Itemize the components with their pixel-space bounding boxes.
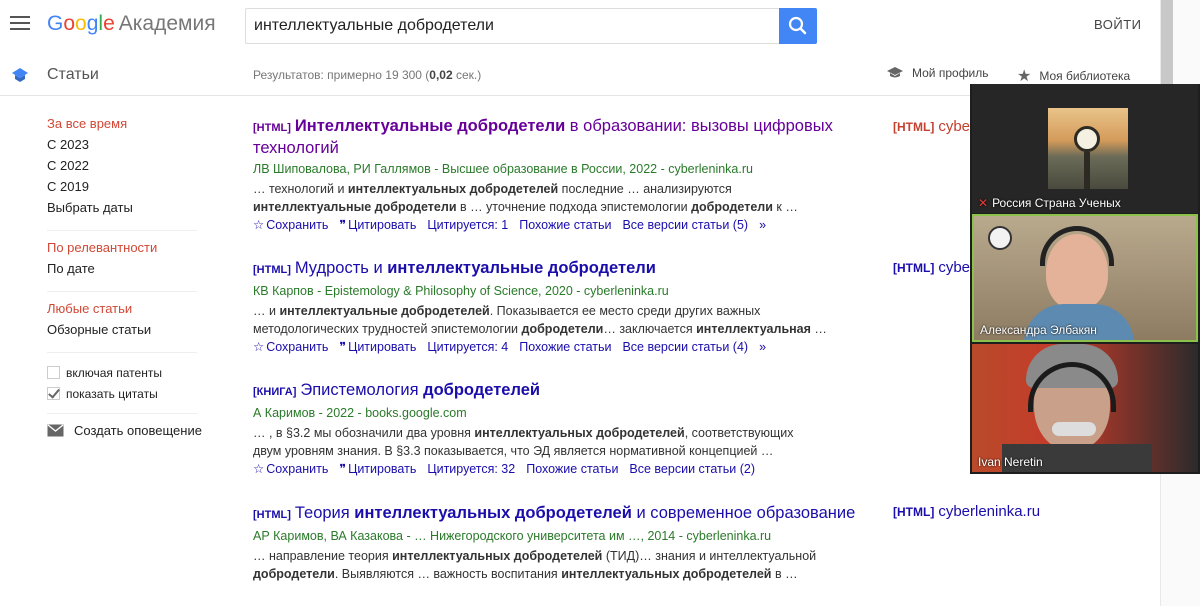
result-snippet: … направление теория интеллектуальных до… <box>253 549 817 581</box>
filter-custom-range[interactable]: Выбрать даты <box>47 200 202 221</box>
scholar-cap-icon <box>12 68 28 82</box>
participant-tile-active-speaker[interactable]: Александра Элбакян <box>972 214 1198 342</box>
participant-name: Ivan Neretin <box>978 455 1043 469</box>
signin-button[interactable]: ВОЙТИ <box>1094 17 1141 32</box>
checkbox-icon <box>47 366 60 379</box>
result-title-link[interactable]: [КНИГА] Эпистемология добродетелей <box>253 380 863 402</box>
divider <box>47 413 197 414</box>
quote-icon: ❞ <box>339 218 347 232</box>
menu-icon[interactable] <box>10 16 30 32</box>
results-count: Результатов: примерно 19 300 (0,02 сек.) <box>253 68 482 82</box>
participant-tile[interactable]: Ivan Neretin <box>972 344 1198 472</box>
filter-any-time[interactable]: За все время <box>47 116 202 137</box>
result-title-link[interactable]: [HTML] Интеллектуальные добродетели в обр… <box>253 116 863 158</box>
result-title-link[interactable]: [HTML] Мудрость и интеллектуальные доброд… <box>253 258 863 280</box>
cited-by-link[interactable]: Цитируется: 1 <box>427 218 508 232</box>
more-icon[interactable]: » <box>759 218 766 232</box>
envelope-icon <box>47 424 64 437</box>
result-meta: А Каримов - 2022 - books.google.com <box>253 406 467 420</box>
result-meta: КВ Карпов - Epistemology & Philosophy of… <box>253 284 669 298</box>
save-button[interactable]: ☆ Сохранить <box>253 461 328 476</box>
all-versions-link[interactable]: Все версии статьи (5) <box>622 218 748 232</box>
result-item: [КНИГА] Эпистемология добродетелей А Кари… <box>253 380 863 476</box>
save-button[interactable]: ☆ Сохранить <box>253 339 328 354</box>
cited-by-link[interactable]: Цитируется: 32 <box>427 462 515 476</box>
result-meta: АР Каримов, ВА Казакова - … Нижегородско… <box>253 529 772 543</box>
participant-tile[interactable]: ✕ Россия Страна Ученых <box>972 84 1198 213</box>
star-outline-icon: ☆ <box>253 340 265 354</box>
result-snippet: … и интеллектуальные добродетелей. Показ… <box>253 304 827 336</box>
search-icon <box>788 16 807 35</box>
clock-icon <box>1074 126 1100 152</box>
video-call-panel: ✕ Россия Страна Ученых Александра Элбакян… <box>970 84 1200 474</box>
divider <box>47 291 197 292</box>
side-full-text-link[interactable]: [HTML]cyberleninka.ru <box>893 503 1040 520</box>
result-title-link[interactable]: [HTML] Теория интеллектуальных добродетел… <box>253 503 863 525</box>
result-item: [HTML] Мудрость и интеллектуальные доброд… <box>253 258 863 354</box>
result-actions: ☆ Сохранить ❞ Цитировать Цитируется: 4 Пох… <box>253 339 863 355</box>
save-button[interactable]: ☆ Сохранить <box>253 217 328 232</box>
result-item: [HTML] Теория интеллектуальных добродетел… <box>253 503 863 583</box>
result-meta: ЛВ Шиповалова, РИ Галлямов - Высшее обра… <box>253 162 753 176</box>
sort-relevance[interactable]: По релевантности <box>47 240 202 261</box>
include-patents-checkbox[interactable]: включая патенты <box>47 362 202 383</box>
result-snippet: … , в §3.2 мы обозначили два уровня инте… <box>253 426 794 458</box>
header: Google Академия интеллектуальные добродет… <box>0 0 1160 52</box>
participant-name: ✕ Россия Страна Ученых <box>978 196 1121 210</box>
result-item: [HTML] Интеллектуальные добродетели в обр… <box>253 116 863 232</box>
star-outline-icon: ☆ <box>253 218 265 232</box>
filter-since-2019[interactable]: С 2019 <box>47 179 202 200</box>
quote-icon: ❞ <box>339 340 347 354</box>
participant-name: Александра Элбакян <box>980 323 1097 337</box>
cite-button[interactable]: ❞ Цитировать <box>339 461 416 476</box>
graduation-cap-icon <box>887 67 903 78</box>
section-title: Статьи <box>47 66 99 83</box>
result-snippet: … технологий и интеллектуальных добродет… <box>253 182 798 214</box>
related-articles-link[interactable]: Похожие статьи <box>519 218 611 232</box>
filter-since-2022[interactable]: С 2022 <box>47 158 202 179</box>
filter-since-2023[interactable]: С 2023 <box>47 137 202 158</box>
participant-avatar <box>1048 108 1128 189</box>
cite-button[interactable]: ❞ Цитировать <box>339 217 416 232</box>
all-versions-link[interactable]: Все версии статьи (4) <box>622 340 748 354</box>
all-versions-link[interactable]: Все версии статьи (2) <box>629 462 755 476</box>
logo[interactable]: Google Академия <box>47 12 216 36</box>
type-any[interactable]: Любые статьи <box>47 301 202 322</box>
quote-icon: ❞ <box>339 462 347 476</box>
star-icon: ★ <box>1017 68 1032 85</box>
type-review[interactable]: Обзорные статьи <box>47 322 202 343</box>
checkmark-icon <box>47 387 60 400</box>
related-articles-link[interactable]: Похожие статьи <box>519 340 611 354</box>
headphones-icon <box>1040 226 1114 266</box>
divider <box>47 352 197 353</box>
sidebar: За все время С 2023 С 2022 С 2019 Выбрат… <box>47 116 202 438</box>
create-alert-link[interactable]: Создать оповещение <box>47 423 202 438</box>
logo-suffix: Академия <box>118 12 216 35</box>
scrollbar-thumb[interactable] <box>1161 0 1173 86</box>
divider <box>47 230 197 231</box>
scholar-page: Google Академия интеллектуальные добродет… <box>0 0 1200 606</box>
muted-mic-icon: ✕ <box>978 196 989 210</box>
sort-date[interactable]: По дате <box>47 261 202 282</box>
related-articles-link[interactable]: Похожие статьи <box>526 462 618 476</box>
search-input[interactable]: интеллектуальные добродетели <box>245 8 780 44</box>
more-icon[interactable]: » <box>759 340 766 354</box>
cited-by-link[interactable]: Цитируется: 4 <box>427 340 508 354</box>
result-actions: ☆ Сохранить ❞ Цитировать Цитируется: 1 Пох… <box>253 217 863 233</box>
my-library-link[interactable]: ★ Моя библиотека <box>1017 66 1130 86</box>
result-actions: ☆ Сохранить ❞ Цитировать Цитируется: 32 По… <box>253 461 863 477</box>
my-profile-link[interactable]: Мой профиль <box>886 66 989 80</box>
star-outline-icon: ☆ <box>253 462 265 476</box>
wall-clock <box>988 226 1012 250</box>
search-button[interactable] <box>779 8 817 44</box>
show-citations-checkbox[interactable]: показать цитаты <box>47 383 202 404</box>
cite-button[interactable]: ❞ Цитировать <box>339 339 416 354</box>
